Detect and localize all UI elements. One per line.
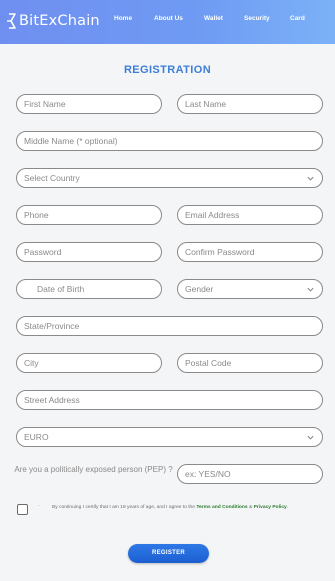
- last-name-placeholder: Last Name: [185, 99, 227, 109]
- nav-card[interactable]: Card: [290, 15, 305, 22]
- phone-field[interactable]: Phone: [16, 205, 162, 225]
- street-address-field[interactable]: Street Address: [16, 390, 323, 410]
- nav-about-us[interactable]: About Us: [154, 15, 183, 22]
- country-select[interactable]: Select Country: [16, 168, 323, 188]
- state-placeholder: State/Province: [24, 321, 80, 331]
- terms-checkbox[interactable]: [17, 504, 28, 515]
- gender-select[interactable]: Gender: [177, 279, 323, 299]
- confirm-password-placeholder: Confirm Password: [185, 247, 255, 257]
- page: BitExChain Home About Us Wallet Security…: [0, 0, 335, 581]
- nav-security[interactable]: Security: [244, 15, 270, 22]
- first-name-field[interactable]: First Name: [16, 94, 162, 114]
- city-field[interactable]: City: [16, 353, 162, 373]
- state-field[interactable]: State/Province: [16, 316, 323, 336]
- top-navbar: BitExChain Home About Us Wallet Security…: [0, 0, 335, 44]
- currency-value: EURO: [24, 432, 49, 442]
- terms-text: By continuing I certify that I am 18 yea…: [52, 503, 322, 512]
- chevron-down-icon: [307, 176, 314, 181]
- currency-select[interactable]: EURO: [16, 427, 323, 447]
- city-placeholder: City: [24, 358, 39, 368]
- email-field[interactable]: Email Address: [177, 205, 323, 225]
- logo-icon: [6, 11, 18, 31]
- terms-text-start: By continuing I certify that I am 18 yea…: [52, 505, 197, 510]
- gender-placeholder: Gender: [185, 284, 214, 294]
- first-name-placeholder: First Name: [24, 99, 66, 109]
- country-placeholder: Select Country: [24, 173, 80, 183]
- street-address-placeholder: Street Address: [24, 395, 80, 405]
- pep-placeholder: ex: YES/NO: [185, 469, 231, 479]
- nav-wallet[interactable]: Wallet: [204, 15, 223, 22]
- date-of-birth-placeholder: Date of Birth: [37, 284, 85, 294]
- chevron-down-icon: [307, 287, 314, 292]
- middle-name-field[interactable]: Middle Name (* optional): [16, 131, 323, 151]
- postal-code-placeholder: Postal Code: [185, 358, 232, 368]
- password-field[interactable]: Password: [16, 242, 162, 262]
- phone-placeholder: Phone: [24, 210, 49, 220]
- brand-name: BitExChain: [19, 13, 100, 29]
- form-title: REGISTRATION: [123, 64, 212, 76]
- registration-form: REGISTRATION First Name Last Name Middle…: [0, 44, 335, 581]
- date-of-birth-field[interactable]: Date of Birth: [16, 279, 162, 299]
- nav-home[interactable]: Home: [114, 15, 132, 22]
- chevron-down-icon: [307, 435, 314, 440]
- terms-text-end: .: [286, 505, 289, 510]
- terms-link[interactable]: Terms and Conditions: [196, 505, 247, 510]
- confirm-password-field[interactable]: Confirm Password: [177, 242, 323, 262]
- register-button[interactable]: REGISTER: [128, 544, 209, 563]
- terms-bullet: ·: [38, 503, 40, 509]
- last-name-field[interactable]: Last Name: [177, 94, 323, 114]
- email-placeholder: Email Address: [185, 210, 240, 220]
- pep-field[interactable]: ex: YES/NO: [177, 464, 323, 484]
- postal-code-field[interactable]: Postal Code: [177, 353, 323, 373]
- pep-label: Are you a politically exposed person (PE…: [14, 465, 173, 474]
- middle-name-placeholder: Middle Name (* optional): [24, 136, 118, 146]
- password-placeholder: Password: [24, 247, 62, 257]
- brand-logo[interactable]: BitExChain: [6, 9, 100, 33]
- privacy-policy-link[interactable]: Privacy Policy: [254, 505, 287, 510]
